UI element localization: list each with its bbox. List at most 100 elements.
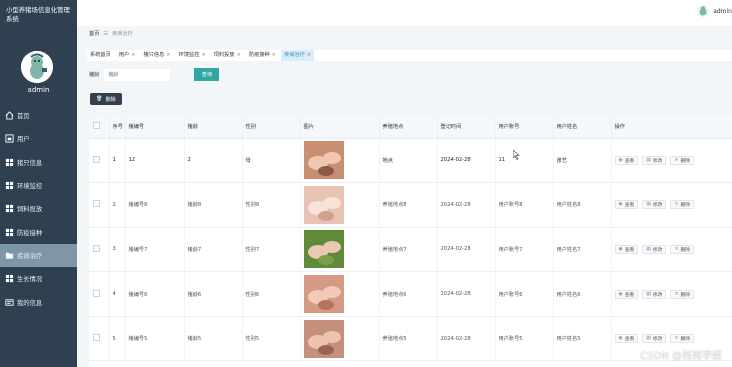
close-icon[interactable]: ×	[237, 52, 241, 58]
delete-button[interactable]: × 删除	[670, 289, 695, 299]
cell-actions: ◉ 查看 ▤ 修改 × 删除	[611, 227, 732, 273]
cell-location: 养殖地点8	[379, 182, 438, 228]
cell-image	[300, 271, 380, 317]
row-checkbox-cell[interactable]	[89, 316, 110, 362]
cell-gender: 母	[242, 138, 301, 184]
view-button[interactable]: ◉ 查看	[614, 289, 639, 299]
top-avatar	[697, 5, 710, 17]
grid-icon	[5, 181, 14, 190]
close-icon[interactable]: ×	[166, 52, 170, 58]
view-button[interactable]: ◉ 查看	[614, 155, 639, 165]
view-button[interactable]: ◉ 查看	[614, 200, 639, 210]
top-user-menu[interactable]: admin	[697, 5, 732, 17]
view-label: 查看	[624, 158, 635, 164]
cell-image	[300, 227, 380, 273]
edit-button[interactable]: ▤ 修改	[642, 155, 667, 165]
tab-label: 饲料投放	[213, 52, 235, 58]
cell-index: 1	[109, 138, 126, 184]
cell-account: 用户账号7	[495, 227, 554, 273]
tab-label: 疾病治疗	[284, 52, 305, 58]
edit-button[interactable]: ▤ 修改	[642, 244, 667, 254]
delete-button[interactable]: × 删除	[670, 155, 695, 165]
tab-user[interactable]: 用户 ×	[116, 50, 139, 61]
sidebar-item-environment[interactable]: 环境监控	[0, 174, 77, 197]
close-icon: ×	[674, 157, 679, 163]
header-checkbox[interactable]	[89, 116, 110, 139]
tab-system-home[interactable]: 系统首页	[87, 50, 114, 61]
row-checkbox[interactable]	[93, 289, 100, 297]
pig-photo[interactable]	[303, 319, 344, 358]
table-row[interactable]: 4 猪编号6 猪龄6 性别6 养殖地点6 2024-02-28 用户账号6 用户…	[89, 271, 732, 317]
system-title: 小型养猪场信息化管理系统	[6, 6, 70, 23]
select-all-checkbox[interactable]	[93, 122, 100, 130]
delete-button[interactable]: × 删除	[670, 200, 695, 210]
close-icon[interactable]: ×	[272, 52, 276, 58]
edit-button[interactable]: ▤ 修改	[642, 289, 667, 299]
row-checkbox[interactable]	[93, 200, 100, 208]
pig-photo[interactable]	[303, 185, 344, 224]
close-icon: ×	[674, 336, 679, 342]
edit-button[interactable]: ▤ 修改	[642, 334, 667, 344]
sidebar-item-label: 猪只信息	[17, 159, 43, 167]
pig-photo[interactable]	[303, 275, 344, 314]
pig-photo[interactable]	[303, 141, 344, 180]
view-button[interactable]: ◉ 查看	[614, 244, 639, 254]
close-icon[interactable]: ×	[307, 52, 311, 58]
close-icon[interactable]: ×	[201, 52, 205, 58]
edit-label: 修改	[652, 158, 663, 164]
tab-label: 猪只信息	[143, 52, 165, 58]
sidebar-item-my-info[interactable]: 我的信息	[0, 290, 77, 313]
sidebar-item-disease-treatment[interactable]: 疾病治疗	[0, 243, 77, 268]
row-checkbox[interactable]	[93, 155, 100, 163]
table-row[interactable]: 3 猪编号7 猪龄7 性别7 养殖地点7 2024-02-28 用户账号7 用户…	[89, 227, 732, 273]
batch-delete-button[interactable]: 🗑 删除	[90, 93, 122, 105]
edit-label: 修改	[652, 203, 663, 209]
top-bar: admin	[77, 0, 732, 26]
avatar[interactable]	[21, 51, 53, 83]
sidebar-item-user[interactable]: 用户	[0, 127, 77, 150]
eye-icon: ◉	[618, 246, 623, 252]
search-button[interactable]: 查询	[194, 68, 220, 81]
edit-icon: ▤	[646, 291, 651, 297]
grid-icon	[5, 205, 14, 213]
table-row[interactable]: 1 12 2 母 地点 2024-02-28 11 张艺 ◉ 查看 ▤ 修改 × 删除	[89, 138, 732, 184]
tab-vaccination[interactable]: 防疫接种 ×	[246, 50, 279, 61]
row-checkbox-cell[interactable]	[89, 271, 110, 317]
cell-age: 2	[184, 138, 243, 184]
tab-feeding[interactable]: 饲料投放 ×	[211, 50, 244, 61]
sidebar-item-vaccination[interactable]: 防疫接种	[0, 220, 77, 243]
breadcrumb-home[interactable]: 首页	[89, 30, 99, 37]
cell-account: 11	[495, 138, 554, 184]
search-input[interactable]	[104, 68, 171, 81]
batch-delete-label: 删除	[105, 96, 116, 103]
sidebar-item-label: 环境监控	[17, 183, 43, 191]
sidebar-item-growth[interactable]: 生长情况	[0, 267, 77, 290]
tab-disease-treatment[interactable]: 疾病治疗 ×	[281, 50, 315, 61]
sidebar-item-pig-info[interactable]: 猪只信息	[0, 151, 77, 174]
sidebar-item-label: 疾病治疗	[17, 252, 43, 260]
delete-button[interactable]: × 删除	[670, 244, 695, 254]
tab-pig-info[interactable]: 猪只信息 ×	[141, 50, 174, 61]
cell-account: 用户账号6	[495, 271, 554, 317]
sidebar-item-feeding[interactable]: 饲料投放	[0, 197, 77, 220]
pig-photo[interactable]	[303, 230, 344, 269]
delete-button[interactable]: × 删除	[670, 334, 695, 344]
tab-label: 环境监控	[178, 52, 200, 58]
row-checkbox[interactable]	[93, 334, 100, 342]
row-checkbox-cell[interactable]	[89, 227, 110, 273]
row-checkbox-cell[interactable]	[89, 182, 110, 228]
view-button[interactable]: ◉ 查看	[614, 334, 639, 344]
row-checkbox[interactable]	[93, 244, 100, 252]
close-icon[interactable]: ×	[131, 52, 135, 58]
table-row[interactable]: 5 猪编号5 猪龄5 性别5 养殖地点5 2024-02-28 用户账号5 用户…	[89, 316, 732, 362]
delete-label: 删除	[680, 247, 691, 253]
row-checkbox-cell[interactable]	[89, 138, 110, 184]
watermark: CSDN @苑苑学姐	[640, 351, 722, 362]
view-label: 查看	[624, 203, 635, 209]
sidebar-item-home[interactable]: 首页	[0, 104, 77, 127]
table-row[interactable]: 2 猪编号8 猪龄8 性别8 养殖地点8 2024-02-28 用户账号8 用户…	[89, 182, 732, 228]
edit-button[interactable]: ▤ 修改	[642, 200, 667, 210]
tab-environment[interactable]: 环境监控 ×	[176, 50, 209, 61]
column-header: 猪龄	[184, 116, 243, 139]
data-table: 序号 猪编号 猪龄 性别 图片 养殖地点 登记时间 用户账号 用户姓名 操作 1…	[89, 116, 732, 367]
